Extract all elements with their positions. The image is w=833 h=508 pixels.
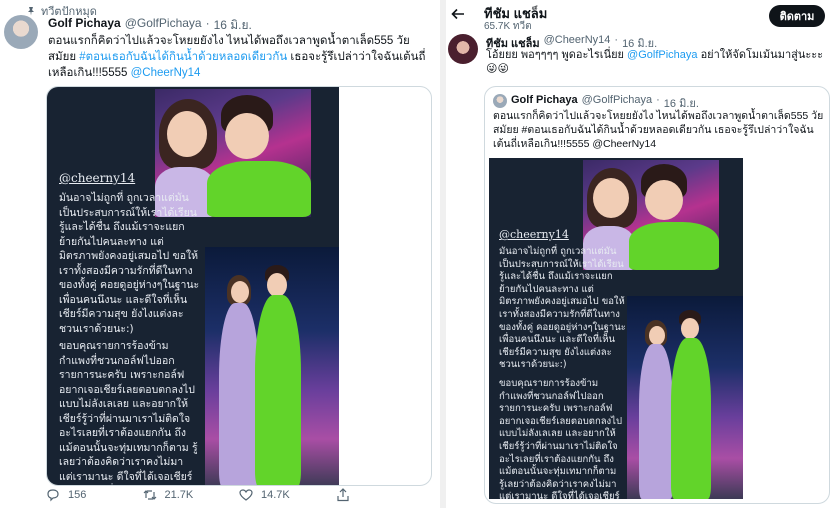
profile-header: ทีชัม แชล็ม 65.7K ทวีต ติดตาม	[446, 0, 833, 32]
mention-link[interactable]: @GolfPichaya	[627, 49, 697, 61]
right-tweet-panel: ทีชัม แชล็ม 65.7K ทวีต ติดตาม ทีชัม แชล็…	[446, 0, 833, 508]
face-shape	[167, 111, 207, 157]
reply-count: 156	[68, 489, 87, 501]
poster-paragraph-2: ขอบคุณรายการร้องข้ามกำแพงที่ชวนกอล์ฟไปออ…	[59, 340, 198, 483]
photo-stage	[205, 247, 339, 485]
poster-handle: @cheerny14	[59, 171, 136, 185]
avatar	[493, 94, 507, 108]
share-button[interactable]	[336, 488, 433, 502]
follow-button[interactable]: ติดตาม	[769, 5, 825, 27]
poster-paragraph-1: มันอาจไม่ถูกที่ ถูกเวลาแต่มันเป็นประสบกา…	[499, 246, 626, 371]
outfit-shape	[219, 303, 259, 485]
media-image[interactable]: @cheerny14 มันอาจไม่ถูกที่ ถูกเวลาแต่มัน…	[489, 158, 743, 499]
like-count: 14.7K	[261, 489, 290, 501]
face-shape	[593, 178, 629, 218]
like-icon	[239, 489, 253, 501]
face-shape	[267, 273, 287, 297]
face-shape	[645, 180, 683, 220]
avatar[interactable]	[448, 34, 478, 64]
reply-icon	[47, 489, 59, 502]
left-tweet-panel: ทวีตปักหมุด Golf Pichaya @GolfPichaya · …	[0, 0, 440, 508]
share-icon	[336, 488, 349, 502]
reply-button[interactable]: 156	[46, 488, 143, 502]
reply-text-part1: โอ้ยยย พอๆๆๆๆ พูดอะไรเนี่ยย	[486, 49, 628, 61]
face-shape	[231, 281, 249, 303]
outfit-shape	[639, 344, 673, 499]
poster-paragraph-1: มันอาจไม่ถูกที่ ถูกเวลาแต่มันเป็นประสบกา…	[59, 192, 200, 335]
face-shape	[649, 326, 665, 345]
poster-paragraph-2: ขอบคุณรายการร้องข้ามกำแพงที่ชวนกอล์ฟไปออ…	[499, 378, 622, 499]
retweet-button[interactable]: 21.7K	[143, 488, 240, 502]
retweet-count: 21.7K	[164, 489, 194, 501]
media-image[interactable]: @cheerny14 มันอาจไม่ถูกที่ ถูกเวลาแต่มัน…	[47, 87, 339, 485]
tweet-text: ตอนแรกก็คิดว่าไปแล้วจะโหยยยังไง ไหนได้พอ…	[48, 33, 428, 81]
quoted-tweet[interactable]: Golf Pichaya @GolfPichaya · 16 มิ.ย. ตอน…	[484, 86, 830, 504]
outfit-shape	[671, 338, 711, 499]
quote-text: ตอนแรกก็คิดว่าไปแล้วจะโหยยยังไง ไหนได้พอ…	[493, 110, 824, 150]
mention-link[interactable]: @CheerNy14	[131, 67, 201, 79]
photo-stage	[627, 296, 743, 499]
like-button[interactable]: 14.7K	[239, 488, 336, 502]
tweet-count: 65.7K ทวีต	[484, 21, 532, 32]
face-shape	[225, 113, 269, 159]
retweet-icon	[143, 490, 156, 500]
outfit-shape	[255, 295, 301, 485]
tweet-media[interactable]: @cheerny14 มันอาจไม่ถูกที่ ถูกเวลาแต่มัน…	[46, 86, 432, 486]
back-arrow-icon[interactable]	[450, 6, 466, 22]
pin-icon	[28, 7, 34, 16]
poster-handle: @cheerny14	[499, 228, 569, 241]
outfit-shape	[207, 161, 311, 217]
tweet-actions: 156 21.7K 14.7K	[46, 488, 432, 502]
avatar[interactable]	[4, 15, 38, 49]
face-shape	[681, 318, 699, 339]
hashtag-link[interactable]: #ตอนเธอกับฉันได้กินน้ำด้วยหลอดเดียวกัน	[79, 51, 287, 63]
outfit-shape	[629, 222, 719, 270]
reply-text: โอ้ยยย พอๆๆๆๆ พูดอะไรเนี่ยย @GolfPichaya…	[486, 48, 826, 76]
